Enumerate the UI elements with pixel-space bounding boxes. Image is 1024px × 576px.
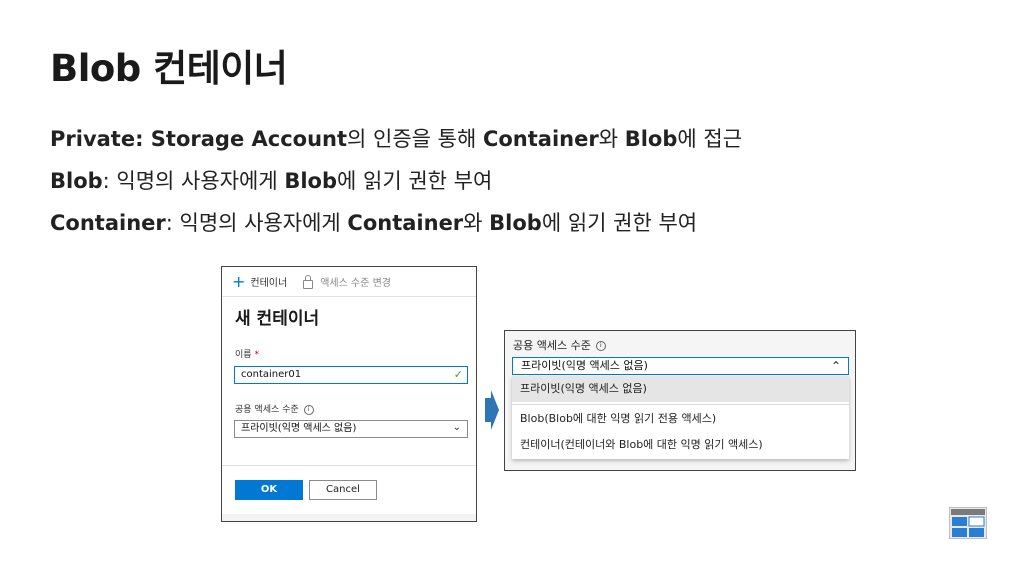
ok-button[interactable]: OK xyxy=(235,480,303,500)
access-level-select[interactable]: 프라이빗(익명 액세스 없음) ⌃ xyxy=(512,357,849,375)
storage-logo-icon xyxy=(949,507,987,539)
right-arrow-icon xyxy=(485,390,499,430)
panel-heading: 새 컨테이너 xyxy=(235,309,320,329)
info-icon[interactable]: i xyxy=(595,341,606,351)
cancel-button[interactable]: Cancel xyxy=(309,480,377,500)
description-line-private: Private: Storage Account의 인증을 통해 Contain… xyxy=(50,127,743,151)
new-container-panel: + 컨테이너 액세스 수준 변경 새 컨테이너 이름 * container01… xyxy=(221,266,477,522)
footer-divider xyxy=(222,465,476,466)
term-private: Private: Storage Account xyxy=(50,127,348,151)
toolbar: + 컨테이너 액세스 수준 변경 xyxy=(222,267,476,297)
term-container: Container xyxy=(50,211,166,235)
page-title: Blob 컨테이너 xyxy=(50,47,288,90)
bottom-bar xyxy=(222,514,476,521)
description-line-blob: Blob: 익명의 사용자에게 Blob에 읽기 권한 부여 xyxy=(50,169,493,193)
option-divider xyxy=(512,404,849,405)
option-blob[interactable]: Blob(Blob에 대한 익명 읽기 전용 액세스) xyxy=(512,406,849,432)
lock-icon xyxy=(303,274,314,289)
name-label: 이름 * xyxy=(235,350,259,360)
change-access-level-button[interactable]: 액세스 수준 변경 xyxy=(303,274,391,289)
access-level-options: 프라이빗(익명 액세스 없음) Blob(Blob에 대한 익명 읽기 전용 액… xyxy=(512,376,849,459)
term-blob: Blob xyxy=(50,169,103,193)
option-private[interactable]: 프라이빗(익명 액세스 없음) xyxy=(512,376,849,402)
access-level-label: 공용 액세스 수준 i xyxy=(235,402,314,415)
access-level-dropdown-panel: 공용 액세스 수준 i 프라이빗(익명 액세스 없음) ⌃ 프라이빗(익명 액세스… xyxy=(504,330,856,471)
access-level-label: 공용 액세스 수준 i xyxy=(513,337,606,353)
description-line-container: Container: 익명의 사용자에게 Container와 Blob에 읽기… xyxy=(50,211,698,235)
chevron-up-icon: ⌃ xyxy=(830,359,841,373)
info-icon[interactable]: i xyxy=(303,404,314,415)
plus-icon: + xyxy=(232,271,246,291)
add-container-button[interactable]: + 컨테이너 xyxy=(232,271,287,291)
option-container[interactable]: 컨테이너(컨테이너와 Blob에 대한 익명 읽기 액세스) xyxy=(512,434,849,456)
chevron-down-icon: ⌄ xyxy=(452,422,461,433)
required-mark: * xyxy=(254,350,259,360)
access-level-select[interactable]: 프라이빗(익명 액세스 없음) ⌄ xyxy=(234,420,468,438)
name-input[interactable]: container01 ✓ xyxy=(234,366,468,384)
checkmark-icon: ✓ xyxy=(453,368,463,381)
